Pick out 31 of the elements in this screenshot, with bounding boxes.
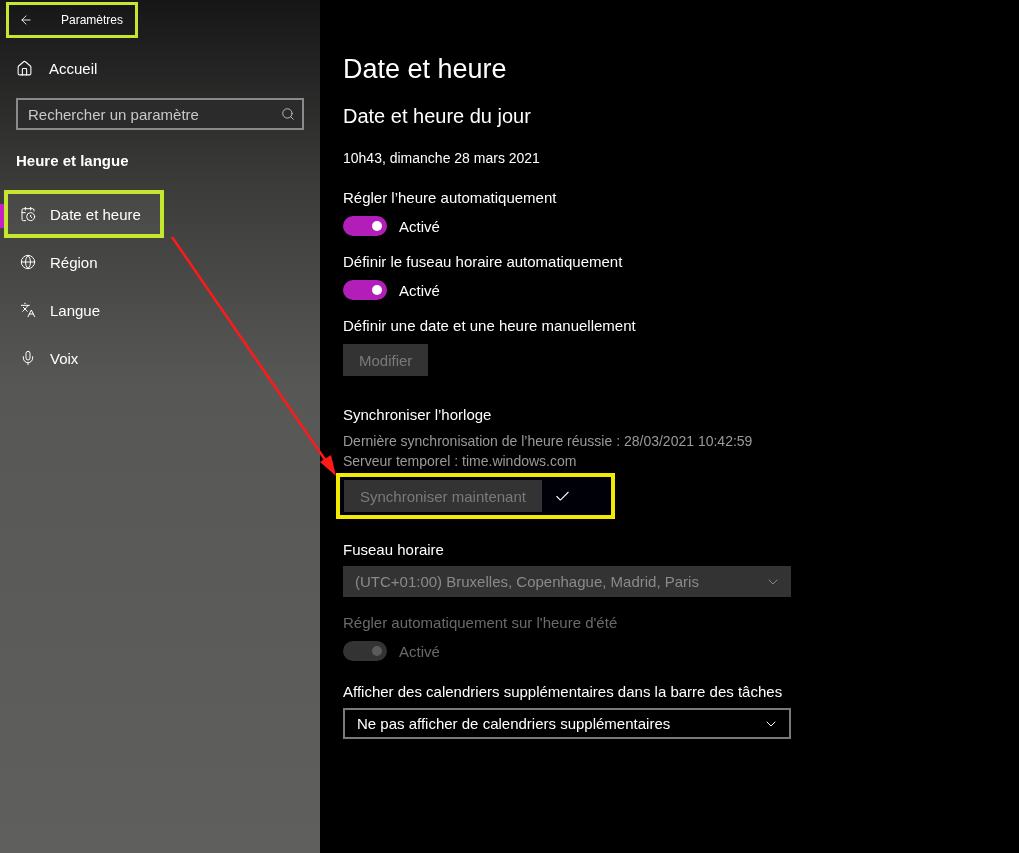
search-icon (281, 107, 295, 121)
setting-label: Régler l’heure automatiquement (343, 189, 557, 206)
nav-item[interactable]: Langue (4, 286, 164, 334)
microphone-icon (20, 350, 36, 366)
toggle-state-text: Activé (399, 642, 440, 660)
nav-item[interactable]: Voix (4, 334, 164, 382)
window-title: Paramètres (61, 13, 124, 27)
home-link[interactable]: Accueil (49, 60, 98, 77)
section-heading: Date et heure du jour (343, 105, 532, 128)
dropdown[interactable]: Ne pas afficher de calendriers supplémentaires (343, 708, 791, 739)
search-field[interactable]: Rechercher un paramètre (16, 98, 304, 130)
setting-label: Fuseau horaire (343, 541, 444, 558)
home-icon (16, 60, 33, 77)
toggle-switch[interactable] (343, 280, 387, 300)
toggle-state-text: Activé (399, 217, 440, 235)
section-title: Heure et langue (16, 152, 130, 169)
language-icon (20, 302, 36, 318)
setting-label: Régler automatiquement sur l'heure d'été (343, 614, 618, 631)
page-title: Date et heure (343, 54, 508, 85)
setting-label: Synchroniser l’horloge (343, 406, 492, 423)
setting-label: Définir une date et une heure manuellement (343, 317, 636, 334)
calendar-clock-icon (20, 206, 36, 222)
toggle-switch[interactable] (343, 216, 387, 236)
sync-info-text: Serveur temporel : time.windows.com (343, 453, 577, 469)
setting-label: Définir le fuseau horaire automatiquement (343, 253, 623, 270)
sync-info-text: Dernière synchronisation de l’heure réussie : 28/03/2021 10:42:59 (343, 433, 753, 449)
globe-icon (20, 254, 36, 270)
toggle-state-text: Activé (399, 281, 440, 299)
current-date-time: 10h43, dimanche 28 mars 2021 (343, 150, 541, 166)
nav-item[interactable]: Région (4, 238, 164, 286)
setting-label: Afficher des calendriers supplémentaires dans la barre des tâches (343, 683, 783, 700)
